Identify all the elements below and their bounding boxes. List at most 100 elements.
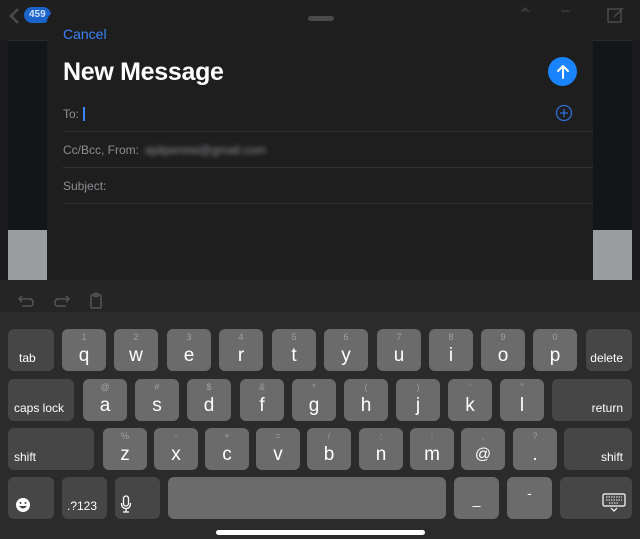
key-period[interactable]: ?. bbox=[513, 428, 557, 470]
key-f[interactable]: & f bbox=[240, 379, 284, 421]
key-secondary: ? bbox=[532, 431, 538, 441]
plus-circle-icon[interactable] bbox=[555, 104, 573, 122]
key-secondary: ' bbox=[469, 382, 471, 392]
key-secondary: 3 bbox=[186, 332, 192, 342]
background-mail-preview-left bbox=[8, 230, 48, 280]
key-label: j bbox=[415, 395, 421, 416]
numbers-key-label: .?123 bbox=[67, 499, 98, 513]
microphone-icon bbox=[120, 495, 132, 513]
cc-bcc-from-field[interactable]: Cc/Bcc, From: aplipenew@gmail.com bbox=[63, 132, 593, 168]
key-label: x bbox=[171, 444, 181, 465]
key-secondary: % bbox=[120, 431, 129, 441]
key-l[interactable]: " l bbox=[500, 379, 544, 421]
shift-key-left[interactable]: shift bbox=[8, 428, 94, 470]
key-t[interactable]: 5t bbox=[272, 329, 316, 371]
key-s[interactable]: # s bbox=[135, 379, 179, 421]
delete-key-label: delete bbox=[590, 351, 623, 365]
compose-sheet: Cancel New Message To: Cc/Bcc, From: apl… bbox=[47, 12, 593, 312]
key-p[interactable]: 0p bbox=[533, 329, 577, 371]
emoji-key[interactable] bbox=[8, 477, 54, 519]
key-k[interactable]: ' k bbox=[448, 379, 492, 421]
key-label: f bbox=[259, 395, 265, 416]
key-label: b bbox=[323, 444, 335, 465]
to-field[interactable]: To: bbox=[63, 96, 593, 132]
key-c[interactable]: + c bbox=[205, 428, 249, 470]
shift-key-label: shift bbox=[600, 450, 623, 464]
key-label: o bbox=[497, 345, 509, 366]
key-secondary: @ bbox=[100, 382, 110, 392]
tab-key-label: tab bbox=[19, 351, 36, 365]
underscore-key[interactable]: _ bbox=[454, 477, 499, 519]
key-g[interactable]: * g bbox=[292, 379, 336, 421]
sheet-grabber[interactable] bbox=[308, 16, 334, 21]
key-label: v bbox=[273, 444, 283, 465]
return-key-label: return bbox=[591, 401, 623, 415]
key-secondary: 2 bbox=[133, 332, 139, 342]
key-j[interactable]: ) j bbox=[396, 379, 440, 421]
undo-icon[interactable] bbox=[16, 292, 36, 310]
caps-lock-key[interactable]: caps lock bbox=[8, 379, 74, 421]
background-mail-preview-right bbox=[592, 230, 632, 280]
dictation-key[interactable] bbox=[115, 477, 160, 519]
key-y[interactable]: 6y bbox=[324, 329, 368, 371]
subject-field[interactable]: Subject: bbox=[63, 168, 593, 204]
key-label: m bbox=[424, 444, 440, 465]
key-o[interactable]: 9o bbox=[481, 329, 525, 371]
space-key[interactable] bbox=[168, 477, 446, 519]
key-v[interactable]: = v bbox=[256, 428, 300, 470]
key-secondary: ) bbox=[416, 382, 420, 392]
emoji-icon bbox=[16, 498, 30, 512]
key-d[interactable]: $ d bbox=[187, 379, 231, 421]
key-i[interactable]: 8i bbox=[429, 329, 473, 371]
back-chevron-icon[interactable] bbox=[8, 7, 22, 25]
paste-icon[interactable] bbox=[86, 292, 106, 310]
from-address: aplipenew@gmail.com bbox=[145, 142, 266, 157]
key-secondary: 7 bbox=[396, 332, 402, 342]
background-mail-card-left bbox=[8, 40, 48, 230]
home-indicator[interactable] bbox=[216, 530, 425, 535]
key-secondary: * bbox=[312, 382, 316, 392]
key-secondary: # bbox=[154, 382, 160, 392]
delete-key[interactable]: delete bbox=[586, 329, 632, 371]
key-label: r bbox=[237, 345, 245, 366]
numbers-key[interactable]: .?123 bbox=[62, 477, 107, 519]
shift-key-label: shift bbox=[14, 450, 37, 464]
send-button[interactable] bbox=[548, 57, 577, 86]
key-w[interactable]: 2w bbox=[114, 329, 158, 371]
key-n[interactable]: ; n bbox=[359, 428, 403, 470]
text-cursor bbox=[83, 106, 86, 121]
key-at[interactable]: , @ bbox=[461, 428, 505, 470]
key-secondary: " bbox=[520, 382, 524, 392]
key-label: c bbox=[222, 444, 232, 465]
key-q[interactable]: 1q bbox=[62, 329, 106, 371]
cancel-button[interactable]: Cancel bbox=[63, 26, 107, 42]
key-x[interactable]: -x bbox=[154, 428, 198, 470]
key-u[interactable]: 7u bbox=[377, 329, 421, 371]
shift-key-right[interactable]: shift bbox=[564, 428, 632, 470]
dismiss-keyboard-key[interactable] bbox=[560, 477, 632, 519]
return-key[interactable]: return bbox=[552, 379, 632, 421]
key-label: k bbox=[465, 395, 475, 416]
key-label: e bbox=[183, 345, 195, 366]
key-b[interactable]: / b bbox=[307, 428, 351, 470]
background-mail-card-right bbox=[592, 40, 632, 230]
key-r[interactable]: 4r bbox=[219, 329, 263, 371]
key-e[interactable]: 3e bbox=[167, 329, 211, 371]
redo-icon[interactable] bbox=[52, 292, 72, 310]
key-label: u bbox=[393, 345, 405, 366]
to-label: To: bbox=[63, 106, 80, 121]
key-secondary: 1 bbox=[81, 332, 87, 342]
key-label: t bbox=[291, 345, 297, 366]
dash-key[interactable]: - bbox=[507, 477, 552, 519]
key-secondary: / bbox=[327, 431, 331, 441]
key-a[interactable]: @ a bbox=[83, 379, 127, 421]
key-label: . bbox=[532, 444, 538, 465]
key-secondary: : bbox=[430, 431, 434, 441]
key-h[interactable]: (h bbox=[344, 379, 388, 421]
key-m[interactable]: :m bbox=[410, 428, 454, 470]
tab-key[interactable]: tab bbox=[8, 329, 54, 371]
key-secondary: & bbox=[258, 382, 265, 392]
key-label: g bbox=[308, 395, 320, 416]
compose-icon[interactable] bbox=[606, 6, 626, 24]
key-z[interactable]: % z bbox=[103, 428, 147, 470]
